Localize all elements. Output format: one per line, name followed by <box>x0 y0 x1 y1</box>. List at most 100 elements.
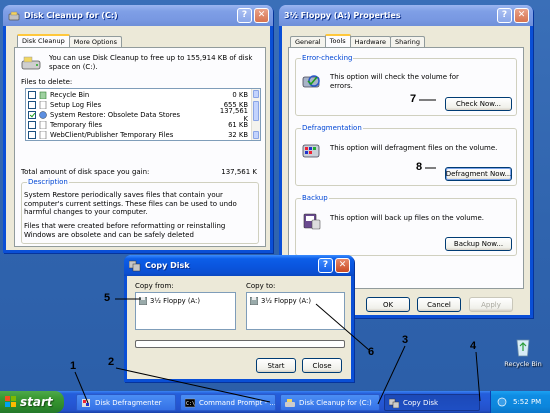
total-label: Total amount of disk space you gain: <box>21 168 150 176</box>
backup-now-button[interactable]: Backup Now... <box>445 237 512 251</box>
files-list[interactable]: Recycle Bin 0 KB Setup Log Files 655 KB … <box>25 88 261 141</box>
tab-general[interactable]: General <box>290 36 326 47</box>
description-text-2: Files that were created before reformatt… <box>24 222 226 239</box>
copy-from-label: Copy from: <box>135 282 174 290</box>
svg-text:C:\: C:\ <box>186 401 195 407</box>
copy-to-list[interactable]: 3½ Floppy (A:) <box>246 292 345 330</box>
recycle-bin-label: Recycle Bin <box>504 360 542 368</box>
checkbox[interactable] <box>28 101 36 109</box>
taskbar-item-command-prompt[interactable]: C:\ Command Prompt - ... <box>180 394 276 411</box>
copy-from-list[interactable]: 3½ Floppy (A:) <box>135 292 236 330</box>
defragment-icon <box>82 398 90 407</box>
task-label: Copy Disk <box>403 398 439 407</box>
file-size: 0 KB <box>232 91 248 99</box>
system-restore-icon <box>39 111 47 119</box>
copy-to-label: Copy to: <box>246 282 276 290</box>
list-item[interactable]: System Restore: Obsolete Data Stores 137… <box>26 107 250 123</box>
backup-text: This option will back up files on the vo… <box>330 214 484 222</box>
tab-tools[interactable]: Tools <box>324 34 351 47</box>
properties-titlebar[interactable]: 3½ Floppy (A:) Properties ? ✕ <box>279 5 533 26</box>
list-scrollbar[interactable] <box>251 89 260 140</box>
check-now-button[interactable]: Check Now... <box>445 97 512 111</box>
copy-disk-titlebar[interactable]: Copy Disk ? ✕ <box>124 255 354 276</box>
file-name: Temporary files <box>50 121 103 129</box>
tab-more-options[interactable]: More Options <box>68 36 122 47</box>
recycle-bin-desktop-icon[interactable]: Recycle Bin <box>503 336 543 368</box>
error-checking-label: Error-checking <box>301 54 354 62</box>
start-label: start <box>20 395 53 409</box>
copy-disk-window: Copy Disk ? ✕ Copy from: Copy to: 3½ Flo… <box>124 255 354 382</box>
close-dialog-button[interactable]: Close <box>302 358 342 373</box>
checkbox[interactable] <box>28 131 36 139</box>
copy-disk-icon <box>128 260 141 272</box>
properties-title: 3½ Floppy (A:) Properties <box>284 11 401 20</box>
command-prompt-icon: C:\ <box>185 398 195 407</box>
ok-button[interactable]: OK <box>366 297 410 312</box>
callout-3: 3 <box>402 334 409 346</box>
close-button[interactable]: ✕ <box>514 8 529 23</box>
cancel-button[interactable]: Cancel <box>417 297 461 312</box>
copy-disk-icon <box>389 398 399 408</box>
list-item[interactable]: Temporary files 61 KB <box>26 120 250 130</box>
file-size: 61 KB <box>228 121 248 129</box>
tab-disk-cleanup[interactable]: Disk Cleanup <box>17 34 70 47</box>
list-item[interactable]: WebClient/Publisher Temporary Files 32 K… <box>26 130 250 140</box>
backup-label: Backup <box>301 194 329 202</box>
defragment-icon <box>302 141 322 163</box>
help-button[interactable]: ? <box>237 8 252 23</box>
copy-to-item: 3½ Floppy (A:) <box>261 297 311 305</box>
callout-8: 8 <box>416 161 423 173</box>
taskbar-item-disk-cleanup[interactable]: Disk Cleanup for (C:) <box>280 394 380 411</box>
file-name: Setup Log Files <box>50 101 102 109</box>
checkbox[interactable] <box>28 111 36 119</box>
tools-panel: Error-checking This option will check th… <box>288 47 524 289</box>
close-button[interactable]: ✕ <box>254 8 269 23</box>
file-size: 32 KB <box>228 131 248 139</box>
clock[interactable]: 5:52 PM <box>513 398 541 406</box>
floppy-icon <box>139 297 147 305</box>
apply-button[interactable]: Apply <box>469 297 513 312</box>
list-item[interactable]: 3½ Floppy (A:) <box>250 297 311 305</box>
defragmentation-group: Defragmentation This option will defragm… <box>295 124 517 186</box>
tab-sharing[interactable]: Sharing <box>390 36 425 47</box>
defragment-now-button[interactable]: Defragment Now... <box>445 167 512 181</box>
intro-text: You can use Disk Cleanup to free up to 1… <box>49 54 253 71</box>
file-name: Recycle Bin <box>50 91 90 99</box>
help-button[interactable]: ? <box>497 8 512 23</box>
progress-bar <box>135 340 345 348</box>
checkbox[interactable] <box>28 91 36 99</box>
taskbar-item-defragmenter[interactable]: Disk Defragmenter <box>76 394 176 411</box>
total-value: 137,561 K <box>221 168 257 176</box>
defragmentation-text: This option will defragment files on the… <box>330 144 498 152</box>
tab-hardware[interactable]: Hardware <box>349 36 392 47</box>
description-text-1: System Restore periodically saves files … <box>24 191 237 216</box>
recycle-bin-icon <box>516 339 530 357</box>
task-label: Disk Defragmenter <box>95 398 162 407</box>
checkbox[interactable] <box>28 121 36 129</box>
disk-cleanup-window: Disk Cleanup for (C:) ? ✕ Disk Cleanup M… <box>3 5 273 253</box>
file-name: WebClient/Publisher Temporary Files <box>50 131 174 139</box>
callout-5: 5 <box>104 292 111 304</box>
document-icon <box>39 121 47 129</box>
description-group: Description System Restore periodically … <box>21 178 259 244</box>
close-button[interactable]: ✕ <box>335 258 350 273</box>
callout-7: 7 <box>410 93 417 105</box>
disk-cleanup-panel: You can use Disk Cleanup to free up to 1… <box>14 47 266 247</box>
system-tray: 5:52 PM <box>490 391 550 413</box>
callout-4: 4 <box>470 340 477 352</box>
list-item[interactable]: 3½ Floppy (A:) <box>139 297 200 305</box>
disk-cleanup-title: Disk Cleanup for (C:) <box>24 11 118 20</box>
check-disk-icon <box>302 71 322 93</box>
list-item[interactable]: Recycle Bin 0 KB <box>26 90 250 100</box>
document-icon <box>39 131 47 139</box>
disk-cleanup-icon <box>8 10 20 22</box>
callout-1: 1 <box>70 360 77 372</box>
help-button[interactable]: ? <box>318 258 333 273</box>
callout-6: 6 <box>368 346 375 358</box>
taskbar-item-copy-disk[interactable]: Copy Disk <box>384 394 480 411</box>
disk-cleanup-titlebar[interactable]: Disk Cleanup for (C:) ? ✕ <box>3 5 273 26</box>
network-icon[interactable] <box>497 397 507 407</box>
start-button[interactable]: start <box>0 391 64 413</box>
copy-disk-title: Copy Disk <box>145 261 190 270</box>
start-button[interactable]: Start <box>256 358 296 373</box>
